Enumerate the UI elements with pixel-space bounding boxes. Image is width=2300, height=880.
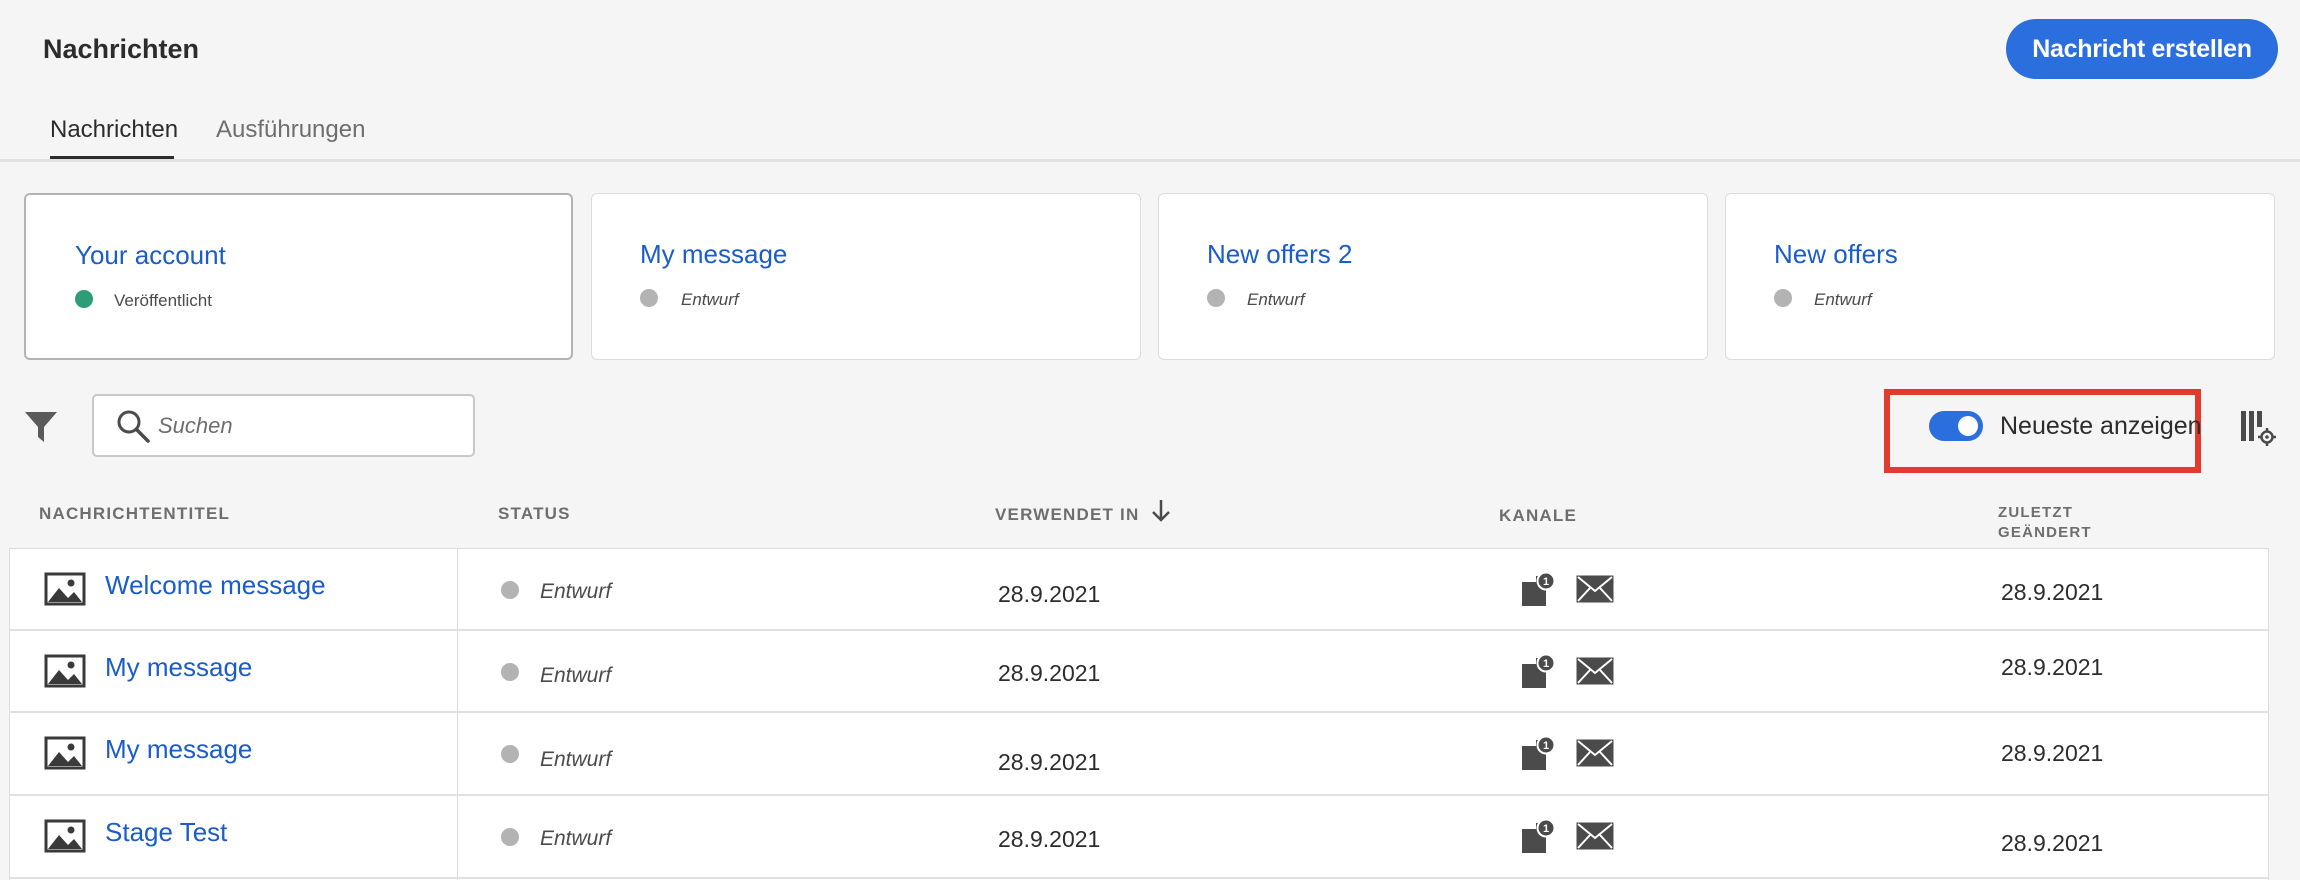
filter-icon[interactable] [24, 410, 58, 444]
column-header-modified-line2[interactable]: GEÄNDERT [1998, 523, 2092, 543]
tab-nachrichten[interactable]: Nachrichten [50, 116, 178, 144]
card-title[interactable]: Your account [75, 240, 226, 271]
image-icon [44, 654, 86, 688]
card-status: Veröffentlicht [114, 291, 212, 310]
column-header-title[interactable]: NACHRICHTENTITEL [39, 504, 230, 524]
table-row[interactable]: My message Entwurf 28.9.2021 1 28.9.2021 [9, 630, 2269, 712]
modified-date: 28.9.2021 [2001, 579, 2104, 605]
search-field[interactable] [92, 394, 475, 457]
card-status: Entwurf [1814, 290, 1872, 309]
used-in-date: 28.9.2021 [998, 660, 1101, 686]
page-title: Nachrichten [43, 34, 200, 64]
in-app-channel-icon: 1 [1522, 819, 1556, 853]
column-header-used-in[interactable]: VERWENDET IN [995, 505, 1139, 525]
recent-card-new-offers-2[interactable]: New offers 2 Entwurf [1158, 193, 1708, 360]
card-title[interactable]: My message [640, 239, 787, 270]
card-status: Entwurf [681, 290, 739, 309]
recent-card-new-offers[interactable]: New offers Entwurf [1725, 193, 2275, 360]
in-app-channel-icon: 1 [1522, 654, 1556, 688]
used-in-date: 28.9.2021 [998, 581, 1101, 607]
inapp-badge-count: 1 [1543, 576, 1549, 588]
message-title-link[interactable]: Stage Test [105, 817, 227, 848]
inapp-badge-count: 1 [1543, 823, 1549, 835]
image-icon [44, 736, 86, 770]
recent-card-my-message[interactable]: My message Entwurf [591, 193, 1141, 360]
email-icon [1576, 822, 1614, 850]
status-text: Entwurf [540, 664, 612, 687]
status-dot [640, 289, 658, 307]
used-in-date: 28.9.2021 [998, 749, 1101, 775]
status-dot [501, 663, 519, 681]
status-dot [501, 828, 519, 846]
inapp-badge-count: 1 [1543, 658, 1549, 670]
email-icon [1576, 657, 1614, 685]
status-dot [501, 581, 519, 599]
card-status: Entwurf [1247, 290, 1305, 309]
column-header-channels[interactable]: KANALE [1499, 506, 1577, 526]
card-title[interactable]: New offers [1774, 239, 1898, 270]
status-dot [1774, 289, 1792, 307]
modified-date: 28.9.2021 [2001, 740, 2104, 766]
status-dot [501, 745, 519, 763]
message-title-link[interactable]: Welcome message [105, 570, 326, 601]
arrow-down-icon[interactable] [1150, 498, 1172, 524]
in-app-channel-icon: 1 [1522, 736, 1556, 770]
show-newest-label[interactable]: Neueste anzeigen [2000, 412, 2202, 441]
search-input[interactable] [158, 406, 458, 446]
show-newest-toggle[interactable] [1929, 411, 1983, 441]
status-text: Entwurf [540, 580, 612, 603]
image-icon [44, 819, 86, 853]
toggle-knob [1958, 416, 1978, 436]
active-tab-indicator [50, 156, 174, 159]
modified-date: 28.9.2021 [2001, 654, 2104, 680]
column-settings-icon[interactable] [2238, 408, 2276, 446]
status-dot [1207, 289, 1225, 307]
create-message-button[interactable]: Nachricht erstellen [2006, 19, 2278, 79]
table-row[interactable]: Stage Test Entwurf 28.9.2021 1 28.9.2021 [9, 795, 2269, 877]
image-icon [44, 572, 86, 606]
used-in-date: 28.9.2021 [998, 826, 1101, 852]
email-icon [1576, 739, 1614, 767]
card-title[interactable]: New offers 2 [1207, 239, 1352, 270]
status-text: Entwurf [540, 827, 612, 850]
recent-card-your-account[interactable]: Your account Veröffentlicht [24, 193, 573, 360]
column-header-status[interactable]: STATUS [498, 504, 571, 524]
message-title-link[interactable]: My message [105, 652, 252, 683]
column-header-modified-line1[interactable]: ZULETZT [1998, 503, 2073, 523]
message-title-link[interactable]: My message [105, 734, 252, 765]
status-text: Entwurf [540, 748, 612, 771]
table-row[interactable]: My message Entwurf 28.9.2021 1 28.9.2021 [9, 712, 2269, 794]
page-header: Nachrichten Nachricht erstellen Nachrich… [0, 0, 2300, 162]
search-icon [117, 410, 150, 443]
email-icon [1576, 575, 1614, 603]
inapp-badge-count: 1 [1543, 740, 1549, 752]
in-app-channel-icon: 1 [1522, 572, 1556, 606]
row-divider [9, 877, 2269, 879]
table-row[interactable]: Welcome message Entwurf 28.9.2021 1 28.9… [9, 548, 2269, 630]
tab-ausfuehrungen[interactable]: Ausführungen [216, 116, 365, 144]
modified-date: 28.9.2021 [2001, 830, 2104, 856]
status-dot [75, 290, 93, 308]
